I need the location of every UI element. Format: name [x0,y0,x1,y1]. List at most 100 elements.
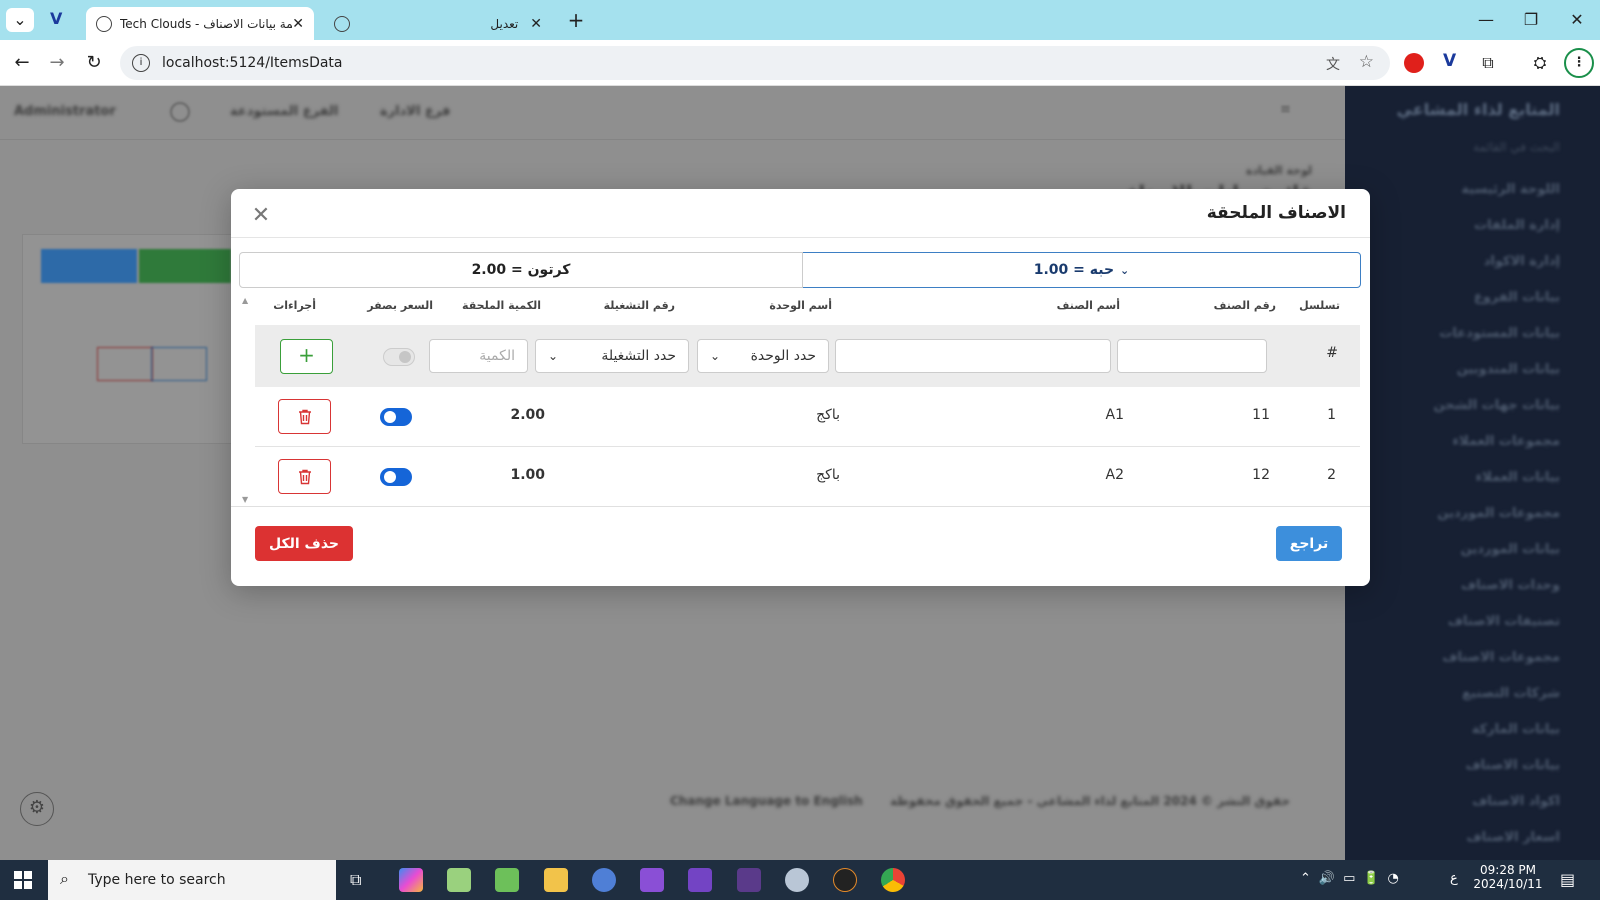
copilot-icon[interactable] [399,868,423,892]
branch-selector[interactable]: الفرع المستودعة [230,104,338,119]
scroll-up-icon[interactable]: ▲ [242,296,248,305]
sidebar-item[interactable]: إدارة الاكواد [1370,254,1560,274]
sidebar-item[interactable]: بيانات الاصناف [1370,758,1560,778]
bookmark-star-icon[interactable]: ☆ [1359,52,1374,72]
site-info-icon[interactable]: i [132,54,150,72]
sidebar-item[interactable]: بيانات الموردين [1370,542,1560,562]
opera-icon[interactable] [1404,53,1424,73]
sidebar-item[interactable]: مجموعات العملاء [1370,434,1560,454]
delete-row-button[interactable] [278,459,331,494]
qty-cell: 1.00 [510,467,545,483]
paint-app-icon[interactable] [785,868,809,892]
sidebar-brand: المتابع لذاء المشاعي [1396,100,1560,119]
sidebar-item[interactable]: مجموعات الموردين [1370,506,1560,526]
sidebar-item[interactable]: وحدات الاصناف [1370,578,1560,598]
delete-all-button[interactable]: حذف الكل [255,526,353,561]
sidebar-item[interactable]: بيانات الفروع [1370,290,1560,310]
tab-search-button[interactable]: ⌄ [6,8,34,32]
visual-studio-icon[interactable] [640,868,664,892]
settings-gear-icon[interactable]: ⚙ [20,792,54,826]
input-language[interactable]: ع [1450,871,1458,886]
back-button[interactable]: تراجع [1276,526,1342,561]
breadcrumb[interactable]: لوحة القيادة [1246,164,1312,177]
sheets-app-icon[interactable] [495,868,519,892]
extension-v-icon[interactable]: V [1443,51,1456,71]
col-header-item-no: رقم الصنف [1213,299,1276,312]
language-link[interactable]: Change Language to English [670,794,863,808]
windows-taskbar: ⌕ Type here to search ⧉ ⌃🔊▭🔋◔ ع 09:28 PM… [0,860,1600,900]
clock-icon[interactable] [170,102,190,122]
tools-app-icon[interactable] [447,868,471,892]
sidebar-item[interactable]: تصنيفات الاصناف [1370,614,1560,634]
dollar-app-icon[interactable] [833,868,857,892]
url-bar[interactable]: i localhost:5124/ItemsData 文 ☆ [120,46,1390,80]
scroll-down-icon[interactable]: ▼ [242,495,248,504]
unit-tab-carton[interactable]: كرتون = 2.00 [239,252,803,288]
delete-row-button[interactable] [278,399,331,434]
item-name-input[interactable] [835,339,1111,373]
reload-icon[interactable]: ↻ [80,51,108,75]
back-icon[interactable]: ← [8,51,36,75]
new-tab-button[interactable]: + [562,8,590,32]
forward-icon[interactable]: → [43,51,71,75]
url-text[interactable]: localhost:5124/ItemsData [162,55,343,71]
sidebar-item[interactable]: بيانات الماركة [1370,722,1560,742]
terminal-icon[interactable] [737,868,761,892]
excel-export-button[interactable] [41,249,137,283]
hamburger-icon[interactable]: ≡ [1280,102,1291,117]
chrome-icon[interactable] [881,868,905,892]
extensions-puzzle-icon[interactable]: ⧉ [1474,51,1502,75]
sidebar-item[interactable]: بيانات المستودعات [1370,326,1560,346]
windows-start-icon[interactable] [14,871,32,889]
add-button[interactable] [139,249,231,283]
sidebar-item[interactable]: اكواد الاصناف [1370,794,1560,814]
zero-price-toggle[interactable] [380,468,412,486]
row-edit-button[interactable] [151,347,207,381]
close-tab-icon[interactable]: ✕ [292,16,304,32]
notifications-icon[interactable]: ▤ [1560,870,1575,889]
clock[interactable]: 09:28 PM 2024/10/11 [1468,863,1548,891]
sidebar-item[interactable]: بيانات المندوبين [1370,362,1560,382]
sidebar-item[interactable]: شركات التصنيع [1370,686,1560,706]
tab-title: Tech Clouds - قائمة بيانات الاصناف [120,16,293,31]
taskbar-search[interactable]: ⌕ Type here to search [48,860,336,900]
qty-placeholder: الكمية [479,348,515,364]
sidebar-item[interactable]: إدارة الملفات [1370,218,1560,238]
file-explorer-icon[interactable] [544,868,568,892]
user-menu[interactable]: Administrator [14,104,116,119]
modal-footer: تراجع حذف الكل [231,506,1370,586]
close-tab-icon[interactable]: ✕ [530,16,542,32]
close-window-button[interactable]: ✕ [1563,8,1591,32]
zero-price-toggle[interactable] [383,348,415,366]
infinity-app-icon[interactable] [592,868,616,892]
minimize-button[interactable]: — [1472,8,1500,32]
system-tray-icons[interactable]: ⌃🔊▭🔋◔ [1300,871,1407,886]
sidebar-search[interactable]: البحث في القائمة [1473,140,1560,154]
entry-row: # حدد الوحدة ⌄ حدد التشغيلة ⌄ الكمية + [255,325,1360,387]
unit-select[interactable]: حدد الوحدة ⌄ [697,339,829,373]
sidebar-item[interactable]: اللوحة الرئيسية [1370,182,1560,202]
item-name-cell: A1 [1105,407,1124,423]
table-row: 2 12 A2 باكج 1.00 [255,447,1360,507]
sidebar-item[interactable]: اسعار الاصناف [1370,830,1560,850]
profile-icon[interactable]: ⛭ [1526,51,1554,75]
sidebar-item[interactable]: مجموعات الاصناف [1370,650,1560,670]
qty-input[interactable]: الكمية [429,339,528,373]
zero-price-toggle[interactable] [380,408,412,426]
add-row-button[interactable]: + [280,339,333,374]
restore-button[interactable]: ❐ [1517,8,1545,32]
sidebar-item[interactable]: بيانات العملاء [1370,470,1560,490]
batch-select[interactable]: حدد التشغيلة ⌄ [535,339,689,373]
item-no-input[interactable] [1117,339,1267,373]
menu-dots-icon[interactable]: ⋮ [1564,48,1594,78]
task-view-icon[interactable]: ⧉ [350,870,361,890]
sidebar-item[interactable]: بيانات جهات الشحن [1370,398,1560,418]
department-selector[interactable]: فرع الادارة [380,104,450,119]
close-icon[interactable]: ✕ [249,205,273,229]
visual-studio-2-icon[interactable] [688,868,712,892]
translate-icon[interactable]: 文 [1326,54,1340,74]
tab-active[interactable]: Tech Clouds - قائمة بيانات الاصناف ✕ [86,7,314,40]
tab-inactive[interactable]: تعديل ✕ [324,7,552,40]
unit-tab-piece[interactable]: حبه = 1.00 ⌄ [802,252,1361,288]
row-delete-button[interactable] [97,347,153,381]
